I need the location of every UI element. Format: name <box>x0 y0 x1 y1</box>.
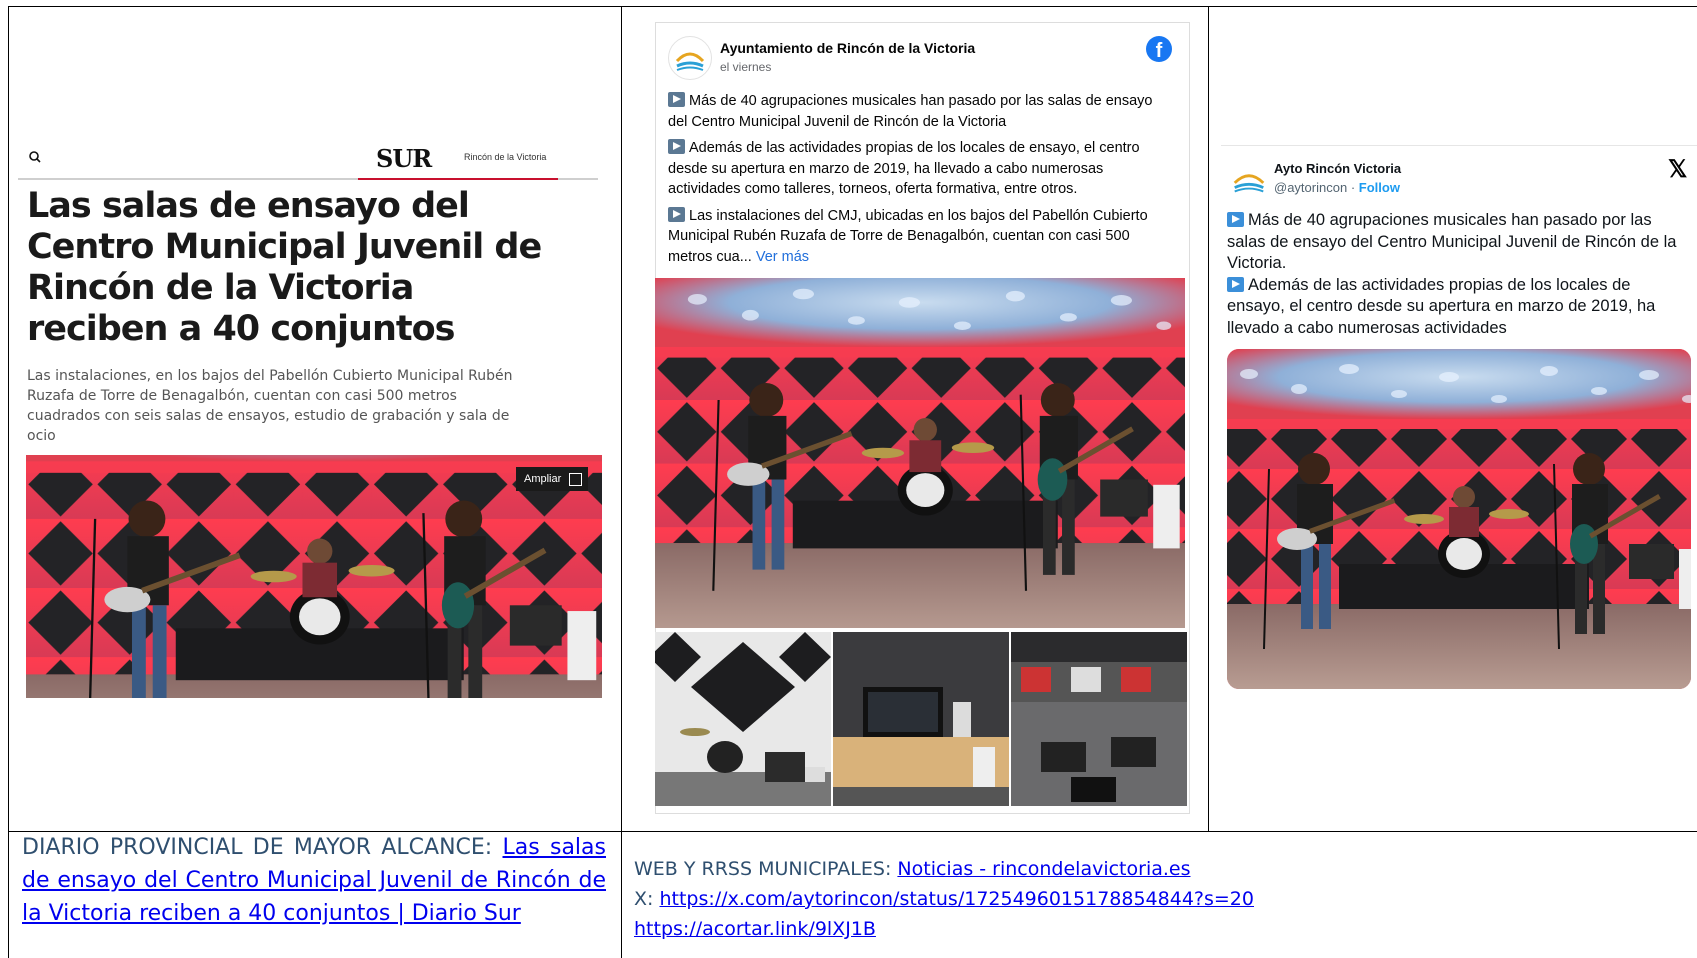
article-title: Las salas de ensayo del Centro Municipal… <box>27 186 542 349</box>
facebook-icon: f <box>1146 36 1172 62</box>
table-border-middle-2 <box>1208 6 1209 832</box>
table-border-left <box>8 6 9 958</box>
x-logo-icon[interactable]: 𝕏 <box>1668 155 1687 184</box>
x-handle-line: @aytorincon · Follow <box>1274 180 1400 195</box>
x-handle[interactable]: @aytorincon <box>1274 180 1347 195</box>
post-photo-lounge[interactable] <box>1011 632 1187 806</box>
post-text: Más de 40 agrupaciones musicales han pas… <box>668 91 1173 273</box>
play-icon <box>668 92 685 107</box>
table-border-top <box>8 6 1697 7</box>
short-link[interactable]: https://acortar.link/9lXJ1B <box>634 918 876 940</box>
x-avatar[interactable] <box>1229 160 1269 200</box>
play-icon <box>668 206 685 222</box>
post-paragraph: Más de 40 agrupaciones musicales han pas… <box>668 92 1153 130</box>
post-paragraph: Las instalaciones del CMJ, ubicadas en l… <box>668 206 1148 265</box>
x-status-link[interactable]: https://x.com/aytorincon/status/17254960… <box>659 888 1254 910</box>
caption-municipal-label: WEB Y RRSS MUNICIPALES: <box>634 858 898 880</box>
sur-section-label: Rincón de la Victoria <box>464 152 547 162</box>
post-photo-studio[interactable] <box>833 632 1009 806</box>
expand-button[interactable]: Ampliar <box>516 467 588 491</box>
sur-logo[interactable]: SUR <box>376 144 432 173</box>
page-avatar[interactable] <box>668 36 712 80</box>
play-icon <box>668 139 685 154</box>
x-top-divider <box>1221 145 1697 146</box>
x-post-photo[interactable] <box>1227 349 1691 689</box>
play-icon <box>1227 276 1244 292</box>
see-more-link[interactable]: Ver más <box>756 249 809 265</box>
x-paragraph: Además de las actividades propias de los… <box>1227 275 1656 337</box>
x-separator: · <box>1350 180 1356 195</box>
x-display-name[interactable]: Ayto Rincón Victoria <box>1274 161 1401 176</box>
post-photo-drum-room[interactable] <box>655 632 831 806</box>
caption-x-label: X: <box>634 888 660 910</box>
post-paragraph: Además de las actividades propias de los… <box>668 139 1140 197</box>
article-description: Las instalaciones, en los bajos del Pabe… <box>27 368 513 444</box>
caption-newspaper: DIARIO PROVINCIAL DE MAYOR ALCANCE: Las … <box>22 831 606 930</box>
x-paragraph: Más de 40 agrupaciones musicales han pas… <box>1227 211 1677 272</box>
caption-municipal: WEB Y RRSS MUNICIPALES: Noticias - rinco… <box>634 854 1634 944</box>
table-border-middle-1 <box>621 6 622 958</box>
post-time[interactable]: el viernes <box>720 60 771 74</box>
post-photo-main[interactable] <box>655 278 1185 628</box>
municipal-news-link[interactable]: Noticias - rincondelavictoria.es <box>897 858 1190 880</box>
caption-newspaper-label: DIARIO PROVINCIAL DE MAYOR ALCANCE: <box>22 835 503 860</box>
play-icon <box>1227 212 1244 227</box>
expand-label: Ampliar <box>524 473 562 485</box>
search-icon[interactable] <box>28 150 42 164</box>
sur-accent-bar <box>358 178 558 180</box>
sur-header: SUR Rincón de la Victoria <box>18 138 598 180</box>
page-name[interactable]: Ayuntamiento de Rincón de la Victoria <box>720 40 975 56</box>
expand-icon <box>569 473 582 486</box>
article-photo[interactable] <box>26 455 602 698</box>
follow-button[interactable]: Follow <box>1359 180 1400 195</box>
x-post-text: Más de 40 agrupaciones musicales han pas… <box>1227 210 1689 339</box>
